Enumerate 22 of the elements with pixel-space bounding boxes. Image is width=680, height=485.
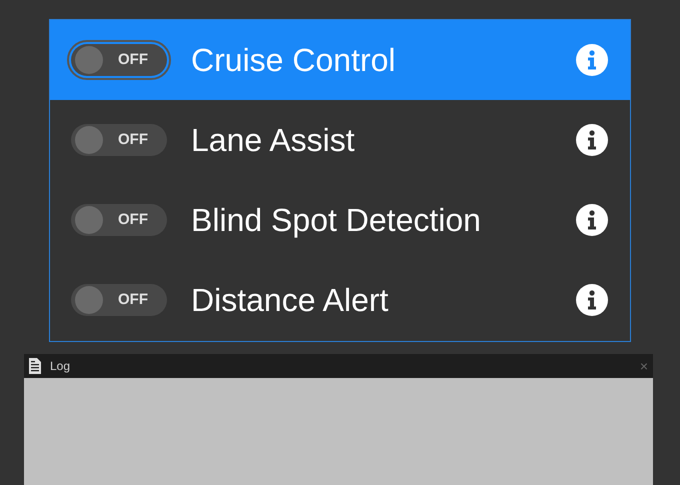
feature-label: Blind Spot Detection [191, 201, 482, 240]
feature-row[interactable]: OFF Lane Assist [50, 100, 630, 180]
toggle-knob [75, 126, 103, 154]
feature-row[interactable]: OFF Blind Spot Detection [50, 180, 630, 260]
feature-row[interactable]: OFF Cruise Control [50, 20, 630, 100]
feature-label: Cruise Control [191, 41, 397, 80]
feature-label: Lane Assist [191, 121, 356, 160]
feature-label: Distance Alert [191, 281, 390, 320]
toggle-knob [75, 46, 103, 74]
info-icon[interactable] [576, 204, 608, 236]
toggle-text: OFF [117, 210, 149, 230]
info-icon[interactable] [576, 124, 608, 156]
toggle-switch[interactable]: OFF [67, 40, 171, 80]
info-icon[interactable] [576, 284, 608, 316]
toggle-text: OFF [117, 130, 149, 150]
toggle-text: OFF [117, 290, 149, 310]
document-icon [29, 358, 41, 374]
feature-row[interactable]: OFF Distance Alert [50, 260, 630, 340]
log-title: Log [50, 358, 72, 375]
toggle-text: OFF [117, 50, 149, 70]
toggle-knob [75, 206, 103, 234]
toggle-knob [75, 286, 103, 314]
